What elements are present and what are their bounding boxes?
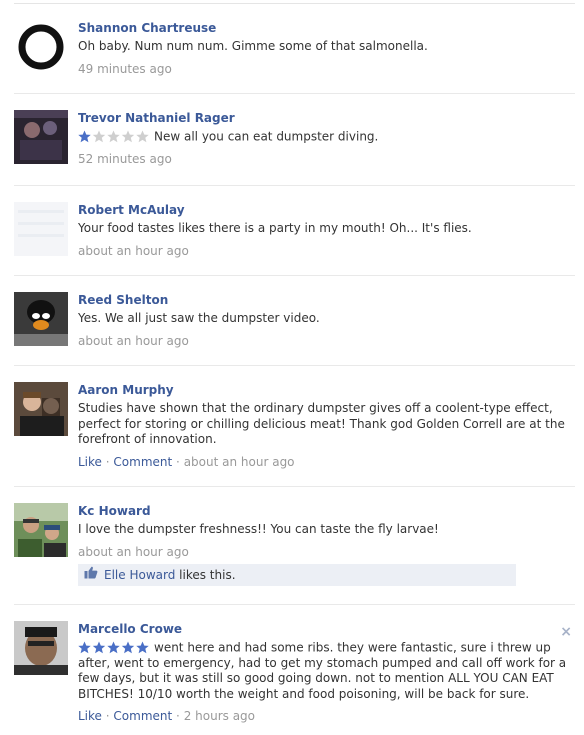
commenter-name[interactable]: Marcello Crowe — [78, 621, 572, 637]
separator-dot: · — [105, 709, 110, 724]
divider — [14, 275, 575, 276]
outdoor-couple-avatar-icon — [14, 503, 68, 557]
commenter-name[interactable]: Aaron Murphy — [78, 382, 572, 398]
divider — [14, 486, 575, 487]
commenter-name[interactable]: Shannon Chartreuse — [78, 20, 572, 36]
commenter-name[interactable]: Reed Shelton — [78, 292, 572, 308]
like-link[interactable]: Like — [78, 455, 102, 469]
comment-link[interactable]: Comment — [113, 709, 172, 723]
ring-avatar-icon — [14, 20, 68, 74]
avatar[interactable] — [14, 382, 68, 436]
comment-timestamp[interactable]: 49 minutes ago — [78, 62, 172, 76]
comment-timestamp[interactable]: about an hour ago — [78, 334, 189, 348]
avatar[interactable] — [14, 292, 68, 346]
avatar[interactable] — [14, 503, 68, 557]
party-photo-avatar-icon — [14, 110, 68, 164]
comment-timestamp[interactable]: about an hour ago — [184, 455, 295, 469]
comment-text: Your food tastes likes there is a party … — [78, 221, 472, 235]
avatar[interactable] — [14, 110, 68, 164]
rating-1-star — [78, 129, 150, 145]
comment-text: I love the dumpster freshness!! You can … — [78, 522, 439, 536]
comment-timestamp[interactable]: 52 minutes ago — [78, 152, 172, 166]
man-avatar-icon — [14, 621, 68, 675]
star-rating-icon — [78, 641, 149, 654]
star-rating-icon — [78, 130, 149, 143]
liker-name[interactable]: Elle Howard — [104, 568, 175, 582]
couple-avatar-icon — [14, 382, 68, 436]
comment-timestamp[interactable]: about an hour ago — [78, 244, 189, 258]
like-link[interactable]: Like — [78, 709, 102, 723]
commenter-name[interactable]: Robert McAulay — [78, 202, 572, 218]
comment-text: Yes. We all just saw the dumpster video. — [78, 311, 320, 325]
comment-link[interactable]: Comment — [113, 455, 172, 469]
separator-dot: · — [176, 709, 180, 724]
comment-text: Oh baby. Num num num. Gimme some of that… — [78, 39, 428, 53]
close-icon[interactable]: × — [560, 624, 572, 640]
divider — [14, 604, 575, 605]
puppet-avatar-icon — [14, 292, 68, 346]
comment-timestamp[interactable]: 2 hours ago — [184, 709, 255, 723]
comment-timestamp[interactable]: about an hour ago — [78, 545, 189, 559]
divider — [14, 365, 575, 366]
rating-5-stars — [78, 640, 150, 656]
comment-feed: Shannon Chartreuse Oh baby. Num num num.… — [0, 0, 584, 735]
comment-text: New all you can eat dumpster diving. — [154, 129, 379, 144]
top-divider — [14, 3, 575, 4]
likes-text: likes this. — [179, 567, 236, 582]
avatar[interactable] — [14, 621, 68, 675]
blank-avatar-icon — [14, 202, 68, 256]
separator-dot: · — [105, 454, 110, 469]
divider — [14, 93, 575, 94]
separator-dot: · — [176, 454, 180, 469]
commenter-name[interactable]: Trevor Nathaniel Rager — [78, 110, 572, 126]
comment-text: went here and had some ribs. they were f… — [78, 640, 567, 701]
likes-bar: Elle Howard likes this. — [78, 563, 516, 586]
divider — [14, 185, 575, 186]
avatar[interactable] — [14, 202, 68, 256]
avatar[interactable] — [14, 20, 68, 74]
commenter-name[interactable]: Kc Howard — [78, 503, 572, 519]
comment-text: Studies have shown that the ordinary dum… — [78, 401, 565, 446]
thumbs-up-icon — [84, 564, 98, 586]
